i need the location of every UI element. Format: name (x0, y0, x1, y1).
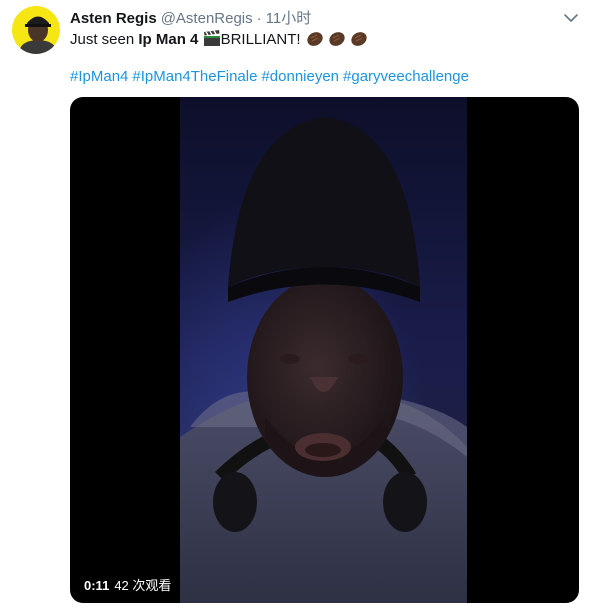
video-duration-badge: 0:11 42 次观看 (80, 576, 176, 596)
tweet-header: Asten Regis @AstenRegis · 11小时 (70, 9, 559, 29)
hashtag-list: #IpMan4 #IpMan4TheFinale #donnieyen #garyve… (70, 67, 473, 87)
clapper-board-icon (203, 29, 221, 53)
tweet-text-prefix: Just seen (70, 31, 139, 48)
clapping-hands-icon (305, 29, 371, 53)
video-player[interactable]: 0:11 42 次观看 (70, 97, 579, 603)
tweet-card: Asten Regis @AstenRegis · 11小时 Just seen Ip… (0, 0, 599, 614)
tweet-text-bold: Ip Man 4 (138, 31, 199, 48)
display-name[interactable]: Asten Regis (70, 10, 157, 27)
hashtag-link[interactable]: #IpMan4 (70, 68, 128, 85)
video-thumbnail (180, 97, 467, 603)
hashtag-link[interactable]: #IpMan4TheFinale (132, 68, 257, 85)
tweet-time[interactable]: 11小时 (266, 10, 312, 27)
video-duration: 0:11 (84, 578, 110, 593)
screen-name[interactable]: @AstenRegis (161, 10, 253, 27)
hashtag-link[interactable]: #donnieyen (261, 68, 339, 85)
hashtag-link[interactable]: #garyveechallenge (343, 68, 469, 85)
tweet-text-brilliant: BRILLIANT! (220, 31, 301, 48)
tweet-text: Just seen Ip Man 4 BRILLIANT! (70, 29, 371, 53)
separator-dot: · (256, 10, 262, 27)
video-view-count: 42 次观看 (114, 578, 172, 593)
chevron-down-icon[interactable] (563, 10, 579, 26)
avatar[interactable] (12, 6, 60, 54)
